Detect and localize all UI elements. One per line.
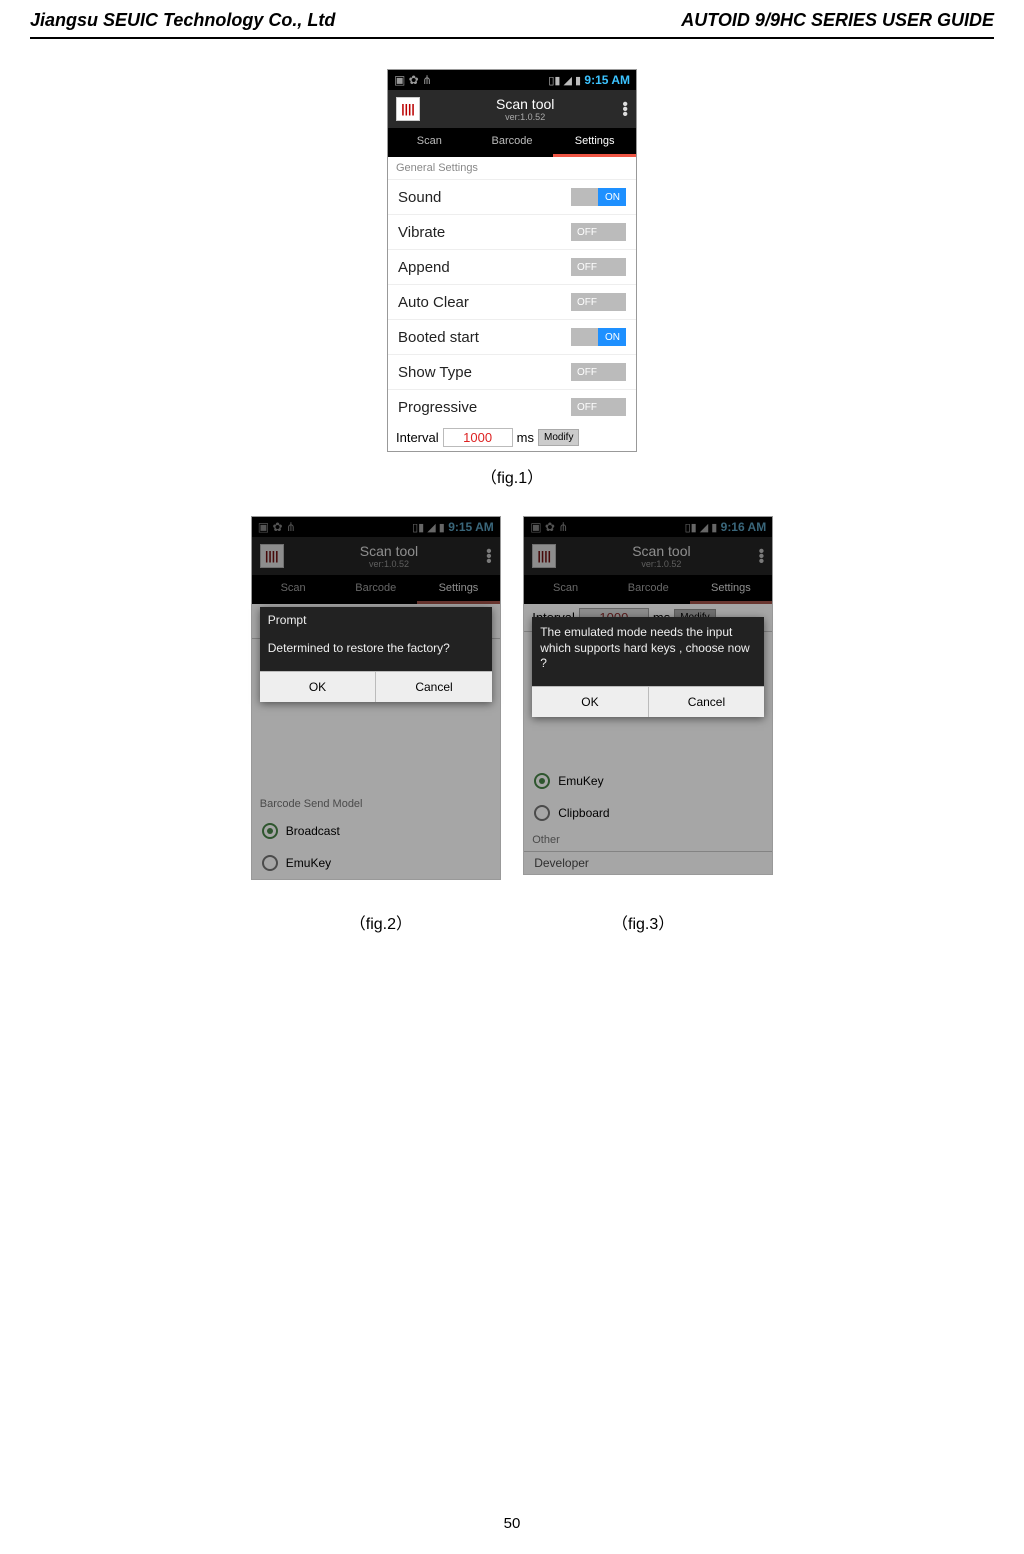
row-autoclear: Auto Clear xyxy=(398,294,571,311)
menu-icon[interactable]: ••• xyxy=(486,549,492,564)
radio-clipboard-label: Clipboard xyxy=(558,806,609,820)
app-icon: |||| xyxy=(396,97,420,121)
screenshot-fig3: ▣ ✿ ⋔ ▯▮ ◢ ▮ 9:16 AM |||| Scan toolver:1.0… xyxy=(523,516,773,875)
row-developer: Developer xyxy=(534,856,762,870)
toggle-append[interactable]: OFF xyxy=(571,258,626,276)
header-rule xyxy=(30,37,994,39)
radio-emukey[interactable] xyxy=(262,855,278,871)
radio-broadcast[interactable] xyxy=(262,823,278,839)
toggle-showtype[interactable]: OFF xyxy=(571,363,626,381)
dialog-emulated: The emulated mode needs the input which … xyxy=(532,617,764,717)
interval-unit: ms xyxy=(517,430,534,445)
dialog-body: The emulated mode needs the input which … xyxy=(532,617,764,686)
status-left-icons: ▣ ✿ ⋔ xyxy=(394,73,432,87)
app-version: ver:1.0.52 xyxy=(428,112,622,122)
tab-barcode[interactable]: Barcode xyxy=(607,575,690,604)
caption-fig2: （fig.2） xyxy=(350,910,412,934)
cancel-button[interactable]: Cancel xyxy=(649,686,765,717)
ok-button[interactable]: OK xyxy=(532,686,649,717)
cancel-button[interactable]: Cancel xyxy=(376,671,492,702)
caption-fig1: （fig.1） xyxy=(30,464,994,488)
toggle-autoclear[interactable]: OFF xyxy=(571,293,626,311)
app-title: Scan tool xyxy=(428,96,622,112)
header-left: Jiangsu SEUIC Technology Co., Ltd xyxy=(30,10,335,31)
app-version: ver:1.0.52 xyxy=(564,559,758,569)
toggle-booted[interactable]: ON xyxy=(571,328,626,346)
status-time: 9:16 AM xyxy=(721,520,767,534)
caption-fig3: （fig.3） xyxy=(612,910,674,934)
header-right: AUTOID 9/9HC SERIES USER GUIDE xyxy=(681,10,994,31)
status-right-icons: ▯▮ ◢ ▮ xyxy=(685,522,718,534)
app-title: Scan tool xyxy=(564,543,758,559)
radio-emukey-label: EmuKey xyxy=(286,856,331,870)
tab-settings[interactable]: Settings xyxy=(417,575,500,604)
tab-scan[interactable]: Scan xyxy=(524,575,607,604)
toggle-sound[interactable]: ON xyxy=(571,188,626,206)
section-general: General Settings xyxy=(388,157,636,179)
menu-icon[interactable]: ••• xyxy=(759,549,765,564)
dialog-prompt: Prompt Determined to restore the factory… xyxy=(260,607,492,702)
interval-label: Interval xyxy=(396,430,439,445)
tab-scan[interactable]: Scan xyxy=(388,128,471,157)
app-bar: |||| Scan tool ver:1.0.52 ••• xyxy=(388,90,636,128)
tabs: Scan Barcode Settings xyxy=(388,128,636,157)
row-sound: Sound xyxy=(398,189,571,206)
radio-emukey[interactable] xyxy=(534,773,550,789)
modify-button[interactable]: Modify xyxy=(538,429,579,446)
status-time: 9:15 AM xyxy=(584,73,630,87)
interval-input[interactable] xyxy=(443,428,513,447)
app-icon: |||| xyxy=(532,544,556,568)
screenshot-fig1: ▣ ✿ ⋔ ▯▮ ◢ ▮ 9:15 AM |||| Scan tool ver:… xyxy=(387,69,637,452)
row-vibrate: Vibrate xyxy=(398,224,571,241)
tab-settings[interactable]: Settings xyxy=(690,575,773,604)
tab-barcode[interactable]: Barcode xyxy=(471,128,554,157)
status-right-icons: ▯▮ ◢ ▮ xyxy=(412,522,445,534)
app-icon: |||| xyxy=(260,544,284,568)
section-barcode-send: Barcode Send Model xyxy=(252,793,500,815)
app-title: Scan tool xyxy=(292,543,486,559)
radio-emukey-label: EmuKey xyxy=(558,774,603,788)
dialog-body: Determined to restore the factory? xyxy=(260,633,492,671)
toggle-vibrate[interactable]: OFF xyxy=(571,223,626,241)
row-progressive: Progressive xyxy=(398,399,571,416)
row-append: Append xyxy=(398,259,571,276)
row-booted: Booted start xyxy=(398,329,571,346)
page-number: 50 xyxy=(0,1515,1024,1532)
status-left-icons: ▣ ✿ ⋔ xyxy=(530,520,568,534)
tab-scan[interactable]: Scan xyxy=(252,575,335,604)
status-right-icons: ▯▮ ◢ ▮ xyxy=(548,75,581,87)
ok-button[interactable]: OK xyxy=(260,671,377,702)
row-showtype: Show Type xyxy=(398,364,571,381)
screenshot-fig2: ▣ ✿ ⋔ ▯▮ ◢ ▮ 9:15 AM |||| Scan toolver:1.0… xyxy=(251,516,501,880)
tab-barcode[interactable]: Barcode xyxy=(334,575,417,604)
status-bar: ▣ ✿ ⋔ ▯▮ ◢ ▮ 9:15 AM xyxy=(388,70,636,90)
status-left-icons: ▣ ✿ ⋔ xyxy=(258,520,296,534)
dialog-title: Prompt xyxy=(260,607,492,633)
status-time: 9:15 AM xyxy=(448,520,494,534)
menu-icon[interactable]: ••• xyxy=(622,102,628,117)
app-version: ver:1.0.52 xyxy=(292,559,486,569)
tab-settings[interactable]: Settings xyxy=(553,128,636,157)
radio-broadcast-label: Broadcast xyxy=(286,824,340,838)
section-other: Other xyxy=(524,829,772,851)
radio-clipboard[interactable] xyxy=(534,805,550,821)
toggle-progressive[interactable]: OFF xyxy=(571,398,626,416)
